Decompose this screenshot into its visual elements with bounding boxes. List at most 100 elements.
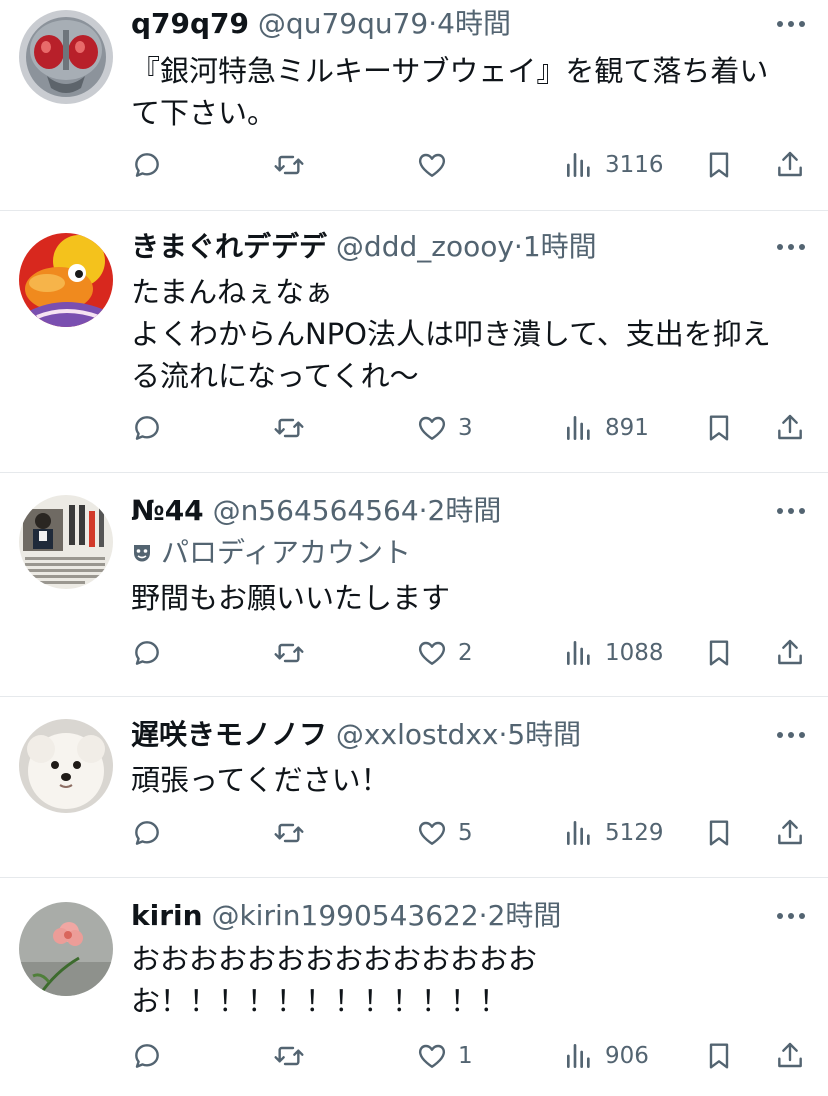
reply-icon bbox=[135, 416, 159, 440]
like-button[interactable] bbox=[416, 147, 458, 183]
like-count: 3 bbox=[458, 415, 473, 441]
display-name[interactable]: 遅咲きモノノフ bbox=[131, 718, 327, 751]
bookmark-button[interactable] bbox=[703, 147, 735, 183]
bookmark-button[interactable] bbox=[703, 815, 735, 851]
view-count: 1088 bbox=[605, 640, 664, 666]
bookmark-icon bbox=[709, 820, 729, 846]
bookmark-button[interactable] bbox=[703, 1038, 735, 1074]
post-text-line: たまんねぇなぁ bbox=[131, 275, 334, 309]
post-text-line: る流れになってくれ〜 bbox=[131, 359, 419, 393]
share-icon bbox=[778, 639, 802, 665]
more-options-icon[interactable] bbox=[776, 912, 806, 922]
bookmark-button[interactable] bbox=[703, 410, 735, 446]
display-name[interactable]: kirin bbox=[131, 899, 203, 932]
reply-button[interactable] bbox=[131, 1038, 163, 1074]
more-options-icon[interactable] bbox=[776, 243, 806, 253]
share-icon bbox=[778, 819, 802, 845]
views-button[interactable]: 1088 bbox=[563, 635, 664, 671]
views-button[interactable]: 891 bbox=[563, 410, 649, 446]
user-handle[interactable]: @xxlostdxx bbox=[336, 718, 499, 751]
view-count: 891 bbox=[605, 415, 649, 441]
like-button[interactable]: 5 bbox=[416, 815, 473, 851]
reply-button[interactable] bbox=[131, 635, 163, 671]
bookmark-button[interactable] bbox=[703, 635, 735, 671]
timestamp[interactable]: 1時間 bbox=[523, 230, 597, 263]
view-count: 906 bbox=[605, 1043, 649, 1069]
share-button[interactable] bbox=[774, 815, 806, 851]
views-button[interactable]: 906 bbox=[563, 1038, 649, 1074]
timestamp[interactable]: 2時間 bbox=[428, 494, 502, 527]
reply-icon bbox=[135, 821, 159, 845]
heart-icon bbox=[418, 1044, 446, 1068]
avatar[interactable] bbox=[19, 10, 113, 104]
user-handle[interactable]: @ddd_zoooy bbox=[336, 230, 514, 263]
post[interactable]: q79q79 @qu79qu79·4時間 『銀河特急ミルキーサブウェイ』を観て落… bbox=[0, 0, 828, 211]
action-bar: 1 906 bbox=[131, 1038, 811, 1074]
avatar[interactable] bbox=[19, 719, 113, 813]
separator-dot: · bbox=[418, 494, 428, 527]
post-text-line: 頑張ってください！ bbox=[131, 763, 390, 797]
bookmark-icon bbox=[709, 1043, 729, 1069]
post-text-line: て下さい。 bbox=[131, 96, 277, 130]
repost-button[interactable] bbox=[273, 410, 305, 446]
views-chart-icon bbox=[567, 821, 590, 845]
avatar[interactable] bbox=[19, 495, 113, 589]
avatar[interactable] bbox=[19, 233, 113, 327]
timestamp[interactable]: 2時間 bbox=[488, 899, 562, 932]
post-text-line: よくわからんNPO法人は叩き潰して、支出を抑え bbox=[131, 317, 771, 351]
theater-mask-icon bbox=[131, 537, 153, 562]
repost-button[interactable] bbox=[273, 1038, 305, 1074]
repost-button[interactable] bbox=[273, 635, 305, 671]
like-count: 2 bbox=[458, 640, 473, 666]
parody-label-text: パロディアカウント bbox=[161, 536, 412, 569]
pink-flower-avatar-icon bbox=[19, 902, 113, 996]
repost-button[interactable] bbox=[273, 815, 305, 851]
timestamp[interactable]: 5時間 bbox=[507, 718, 581, 751]
post[interactable]: 遅咲きモノノフ @xxlostdxx·5時間 頑張ってください！ 5 5129 bbox=[0, 697, 828, 878]
timestamp[interactable]: 4時間 bbox=[437, 7, 511, 40]
heart-icon bbox=[418, 416, 446, 440]
action-bar: 2 1088 bbox=[131, 635, 811, 671]
user-handle[interactable]: @kirin1990543622 bbox=[211, 899, 478, 932]
post-text: 頑張ってください！ bbox=[131, 759, 801, 801]
heart-icon bbox=[418, 821, 446, 845]
avatar[interactable] bbox=[19, 902, 113, 996]
more-options-icon[interactable] bbox=[776, 20, 806, 30]
share-icon bbox=[778, 1042, 802, 1068]
reply-button[interactable] bbox=[131, 147, 163, 183]
reply-button[interactable] bbox=[131, 815, 163, 851]
more-options-icon[interactable] bbox=[776, 507, 806, 517]
share-button[interactable] bbox=[774, 635, 806, 671]
share-button[interactable] bbox=[774, 1038, 806, 1074]
views-button[interactable]: 3116 bbox=[563, 147, 664, 183]
user-handle[interactable]: @n564564564 bbox=[213, 494, 419, 527]
share-button[interactable] bbox=[774, 147, 806, 183]
post-text-line: 『銀河特急ミルキーサブウェイ』を観て落ち着い bbox=[131, 54, 769, 88]
share-button[interactable] bbox=[774, 410, 806, 446]
action-bar: 3 891 bbox=[131, 410, 811, 446]
repost-button[interactable] bbox=[273, 147, 305, 183]
views-button[interactable]: 5129 bbox=[563, 815, 664, 851]
post[interactable]: kirin @kirin1990543622·2時間 おおおおおおおおおおおおお… bbox=[0, 878, 828, 1096]
display-name[interactable]: きまぐれデデデ bbox=[131, 230, 327, 263]
reply-button[interactable] bbox=[131, 410, 163, 446]
post[interactable]: きまぐれデデデ @ddd_zoooy·1時間 たまんねぇなぁ よくわからんNPO… bbox=[0, 211, 828, 473]
post-text: たまんねぇなぁ よくわからんNPO法人は叩き潰して、支出を抑え る流れになってく… bbox=[131, 271, 801, 397]
share-icon bbox=[778, 151, 802, 177]
like-button[interactable]: 3 bbox=[416, 410, 473, 446]
reply-icon bbox=[135, 1044, 159, 1068]
display-name[interactable]: q79q79 bbox=[131, 7, 249, 40]
share-icon bbox=[778, 414, 802, 440]
action-bar: 5 5129 bbox=[131, 815, 811, 851]
like-button[interactable]: 2 bbox=[416, 635, 473, 671]
parody-account-label[interactable]: パロディアカウント bbox=[131, 535, 411, 571]
display-name[interactable]: №44 bbox=[131, 494, 204, 527]
more-options-icon[interactable] bbox=[776, 731, 806, 741]
heart-icon bbox=[418, 641, 446, 665]
masked-hero-avatar-icon bbox=[19, 10, 113, 104]
like-button[interactable]: 1 bbox=[416, 1038, 473, 1074]
repost-icon bbox=[274, 1046, 304, 1066]
reply-icon bbox=[135, 641, 159, 665]
post[interactable]: №44 @n564564564·2時間 パロディアカウント 野間もお願いいたしま… bbox=[0, 473, 828, 697]
user-handle[interactable]: @qu79qu79 bbox=[258, 7, 428, 40]
